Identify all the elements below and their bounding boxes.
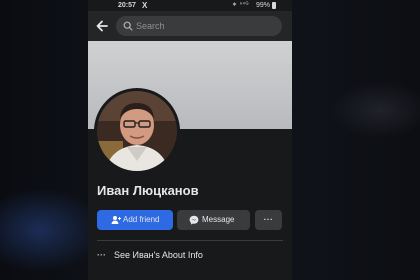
avatar-photo <box>97 91 177 171</box>
phone-screen: 20:57 X ∗ ⁿ⁴ᴳ 99% Search Иван Люцканов A… <box>88 0 292 280</box>
battery-icon <box>272 2 276 9</box>
x-app-icon: X <box>142 1 148 10</box>
messenger-icon <box>189 215 199 225</box>
top-bar <box>88 11 292 41</box>
about-info-link[interactable]: ··· See Иван's About Info <box>97 246 283 264</box>
message-label: Message <box>202 215 235 224</box>
signal-icons: ∗ ⁿ⁴ᴳ <box>232 2 249 8</box>
back-arrow-icon <box>96 20 108 32</box>
more-options-button[interactable]: ··· <box>255 210 282 230</box>
about-info-label: See Иван's About Info <box>114 250 203 260</box>
divider <box>97 240 283 241</box>
status-bar: 20:57 X ∗ ⁿ⁴ᴳ 99% <box>88 0 292 11</box>
status-time: 20:57 <box>118 2 136 9</box>
battery-level: 99% <box>256 2 271 9</box>
ellipsis-icon: ··· <box>97 250 106 260</box>
search-input[interactable] <box>136 19 276 33</box>
add-friend-icon <box>111 216 121 224</box>
add-friend-label: Add friend <box>123 215 160 224</box>
more-icon: ··· <box>263 215 274 224</box>
back-button[interactable] <box>93 17 111 35</box>
profile-name: Иван Люцканов <box>97 183 199 198</box>
search-icon <box>123 21 133 31</box>
message-button[interactable]: Message <box>177 210 250 230</box>
search-bar[interactable] <box>116 16 282 36</box>
profile-avatar[interactable] <box>94 88 180 174</box>
add-friend-button[interactable]: Add friend <box>97 210 173 230</box>
